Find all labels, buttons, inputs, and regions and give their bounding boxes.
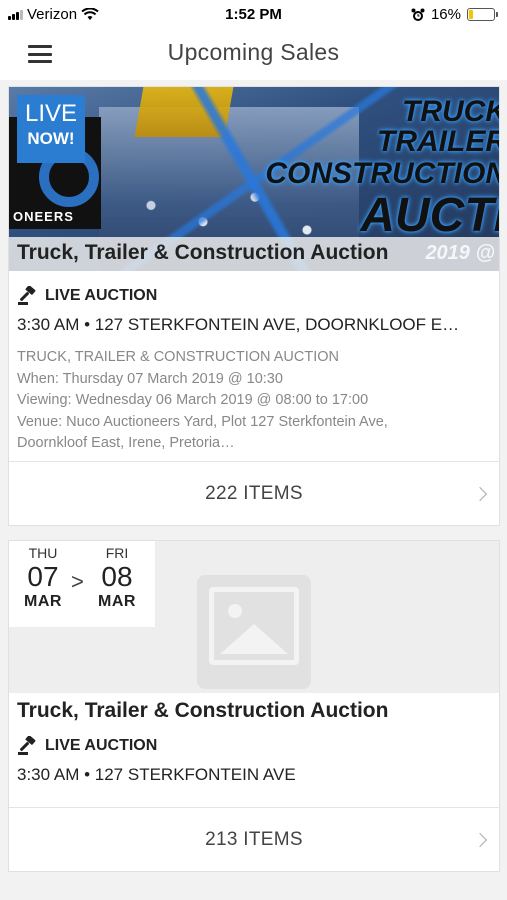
status-bar: Verizon 1:52 PM 16%	[0, 0, 507, 30]
sale-date-range: THU 07 MAR > FRI 08 MAR	[9, 541, 155, 627]
sale-type: LIVE AUCTION	[17, 285, 491, 307]
sale-card[interactable]: ONEERS LIVE NOW! TRUCK TRAILER CONSTRUCT…	[8, 86, 500, 526]
items-link[interactable]: 213 ITEMS	[9, 808, 499, 872]
items-link[interactable]: 222 ITEMS	[9, 462, 499, 526]
items-count: 213 ITEMS	[205, 829, 303, 850]
sale-details: LIVE AUCTION 3:30 AM • 127 STERKFONTEIN …	[9, 271, 499, 455]
image-placeholder-icon	[197, 575, 311, 689]
battery-level	[469, 10, 473, 19]
items-count: 222 ITEMS	[205, 483, 303, 504]
app-header: Upcoming Sales	[0, 30, 507, 80]
sale-title: Truck, Trailer & Construction Auction	[17, 241, 389, 264]
chevron-right-icon	[472, 486, 488, 502]
sale-type-label: LIVE AUCTION	[45, 737, 158, 754]
banner-headline: TRUCK TRAILER CONSTRUCTION AUCTI	[265, 95, 499, 242]
sale-type-label: LIVE AUCTION	[45, 287, 158, 304]
sale-title: Truck, Trailer & Construction Auction	[17, 699, 389, 722]
sale-description: TRUCK, TRAILER & CONSTRUCTION AUCTION Wh…	[17, 349, 388, 451]
status-right: 16%	[411, 6, 498, 23]
start-date: THU 07 MAR	[24, 545, 62, 610]
live-now-badge: LIVE NOW!	[17, 95, 85, 163]
gavel-icon	[18, 286, 36, 305]
battery-icon	[467, 8, 498, 21]
sale-time-location: 3:30 AM • 127 STERKFONTEIN AVE	[17, 765, 296, 784]
alarm-icon	[411, 8, 425, 21]
battery-percent: 16%	[430, 6, 461, 23]
gavel-icon	[18, 736, 36, 755]
sale-type: LIVE AUCTION	[17, 735, 491, 757]
sale-details: LIVE AUCTION 3:30 AM • 127 STERKFONTEIN …	[9, 723, 499, 785]
chevron-right-icon	[472, 832, 488, 848]
sale-time-location: 3:30 AM • 127 STERKFONTEIN AVE, DOORNKLO…	[17, 315, 460, 334]
page-title: Upcoming Sales	[167, 39, 340, 65]
banner-year: 2019 @	[425, 242, 495, 264]
image-placeholder[interactable]: THU 07 MAR > FRI 08 MAR	[9, 541, 499, 693]
date-arrow: >	[71, 569, 84, 594]
sale-card[interactable]: THU 07 MAR > FRI 08 MAR Truck, Trailer &…	[8, 540, 500, 872]
end-date: FRI 08 MAR	[98, 545, 136, 610]
sale-banner-image[interactable]: ONEERS LIVE NOW! TRUCK TRAILER CONSTRUCT…	[9, 87, 499, 271]
